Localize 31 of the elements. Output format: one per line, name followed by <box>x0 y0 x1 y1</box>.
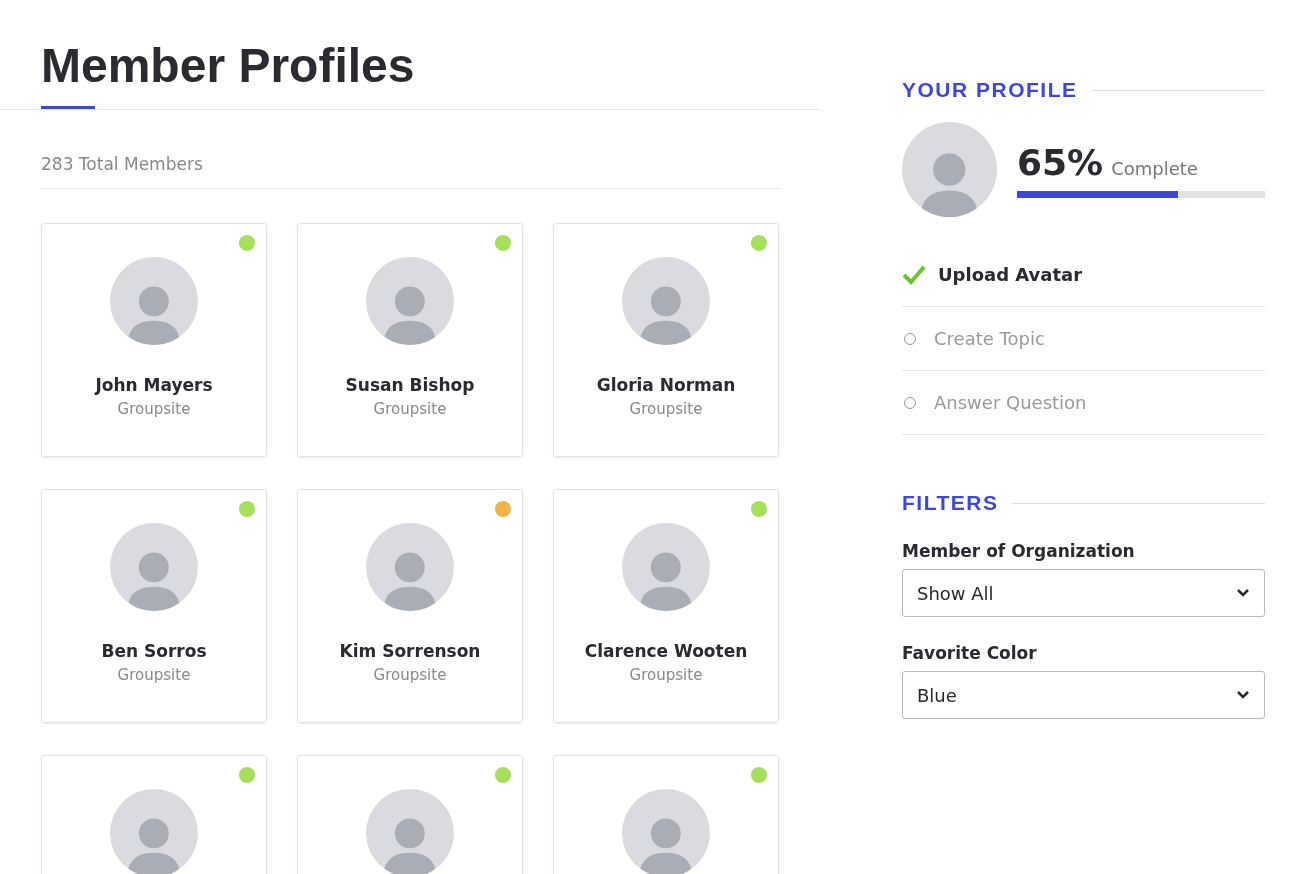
member-name: Kim Sorrenson <box>339 641 481 661</box>
member-card[interactable]: Gloria Norman Groupsite <box>553 223 779 457</box>
completion-percent: 65% <box>1017 141 1104 183</box>
member-card[interactable]: John Mayers Groupsite <box>41 223 267 457</box>
section-heading: YOUR PROFILE <box>902 78 1078 102</box>
member-name: Clarence Wooten <box>584 641 748 661</box>
chevron-down-icon <box>1236 588 1250 598</box>
task-label[interactable]: Upload Avatar <box>938 264 1083 285</box>
member-group: Groupsite <box>629 666 703 684</box>
filter-label: Member of Organization <box>902 541 1136 561</box>
member-name: Gloria Norman <box>596 375 736 395</box>
member-card[interactable]: Kim Sorrenson Groupsite <box>297 489 523 723</box>
filter-label: Favorite Color <box>902 643 1038 663</box>
member-group: Groupsite <box>629 400 703 418</box>
member-group: Groupsite <box>373 666 447 684</box>
member-group: Groupsite <box>117 666 191 684</box>
member-name: Susan Bishop <box>345 375 475 395</box>
member-group: Groupsite <box>373 400 447 418</box>
member-name: Ben Sorros <box>101 641 207 661</box>
page-title: Member Profiles <box>41 36 415 109</box>
member-group: Groupsite <box>117 400 191 418</box>
section-heading: FILTERS <box>902 491 999 515</box>
member-card[interactable]: Ben Sorros Groupsite <box>41 489 267 723</box>
chevron-down-icon <box>1236 690 1250 700</box>
completion-label: Complete <box>1111 157 1198 179</box>
member-count: 283 Total Members <box>41 154 780 189</box>
member-card[interactable]: Clarence Wooten Groupsite <box>553 489 779 723</box>
filter-select[interactable]: Blue <box>902 671 1265 719</box>
filter-select[interactable]: Show All <box>902 569 1265 617</box>
member-card[interactable]: Susan Bishop Groupsite <box>297 223 523 457</box>
member-name: John Mayers <box>95 375 213 395</box>
